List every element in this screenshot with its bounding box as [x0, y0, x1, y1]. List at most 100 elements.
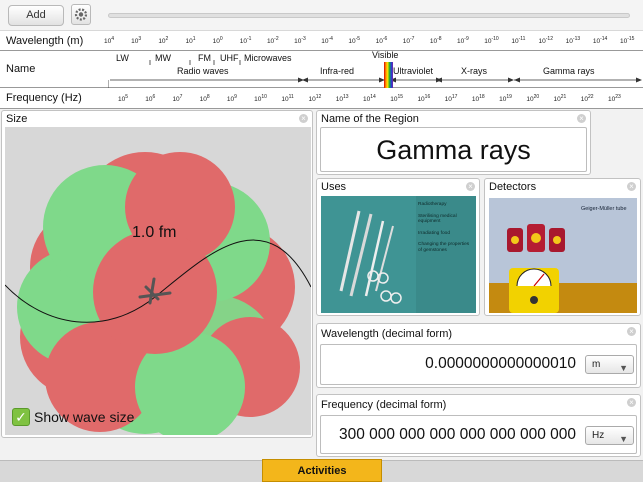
- detectors-caption: Geiger-Müller tube: [581, 206, 627, 212]
- close-icon[interactable]: ×: [627, 398, 636, 407]
- uses-panel: Uses × Radiotherapy Sterilising medical …: [316, 178, 480, 316]
- frequency-value-box: 300 000 000 000 000 000 000 000 Hz ▼: [320, 415, 637, 454]
- frequency-tick-label: 1020: [526, 94, 540, 103]
- region-name-panel: Name of the Region × Gamma rays: [316, 110, 591, 175]
- frequency-tick-label: 107: [172, 94, 183, 103]
- wavelength-row-label: Wavelength (m): [6, 35, 84, 47]
- wavelength-tick-label: 10-7: [402, 36, 415, 45]
- close-icon[interactable]: ×: [577, 114, 586, 123]
- wavelength-tick-label: 10-5: [348, 36, 361, 45]
- frequency-tick-label: 109: [226, 94, 237, 103]
- wavelength-decimal-panel: Wavelength (decimal form) × 0.0000000000…: [316, 323, 641, 388]
- frequency-decimal-title: Frequency (decimal form): [321, 399, 447, 411]
- frequency-decimal-value: 300 000 000 000 000 000 000 000: [338, 426, 576, 443]
- uses-item: Sterilising medical equipment: [418, 213, 457, 225]
- wavelength-tick-label: 10-3: [294, 36, 306, 45]
- band-mw-label: MW: [155, 53, 171, 63]
- checkbox-icon[interactable]: ✓: [12, 408, 30, 426]
- frequency-tick-label: 1021: [553, 94, 567, 103]
- wavelength-tick-label: 10-10: [484, 36, 499, 45]
- band-infra-red[interactable]: Infra-red: [320, 66, 354, 76]
- frequency-row: Frequency (Hz) 105 106 107 108 109 1010 1011 10…: [0, 88, 643, 109]
- scale-label: 1.0 fm: [132, 224, 177, 241]
- band-lw-label: LW: [116, 53, 129, 63]
- name-row-label: Name: [6, 63, 36, 75]
- frequency-tick-label: 1019: [499, 94, 512, 103]
- size-panel: Size × 1.0 fm ✓ Show wave size: [1, 110, 313, 438]
- show-wave-size-label: Show wave size: [34, 409, 135, 425]
- wavelength-tick-label: 10-15: [620, 36, 635, 45]
- surgical-instruments-icon: [321, 196, 416, 313]
- close-icon[interactable]: ×: [466, 182, 475, 191]
- detectors-image: Geiger-Müller tube: [489, 198, 637, 313]
- band-fm-label: FM: [198, 53, 211, 63]
- wavelength-tick-label: 10-4: [321, 36, 333, 45]
- close-icon[interactable]: ×: [627, 182, 636, 191]
- wavelength-decimal-title: Wavelength (decimal form): [321, 328, 453, 340]
- frequency-tick-label: 1016: [417, 94, 431, 103]
- wavelength-tick-label: 10-12: [538, 36, 553, 45]
- frequency-tick-label: 1017: [444, 94, 458, 103]
- nucleus-visual: [5, 127, 311, 435]
- show-wave-size-toggle[interactable]: ✓ Show wave size: [12, 408, 134, 426]
- frequency-tick-label: 1018: [471, 94, 485, 103]
- frequency-tick-label: 1014: [363, 94, 376, 103]
- uses-item: Radiotherapy: [418, 202, 447, 207]
- uses-image: Radiotherapy Sterilising medical equipme…: [321, 196, 476, 313]
- close-icon[interactable]: ×: [627, 327, 636, 336]
- activities-tab[interactable]: Activities: [262, 459, 382, 482]
- wavelength-tick-label: 10-8: [429, 36, 442, 45]
- wavelength-tick-label: 10-2: [266, 36, 279, 45]
- frequency-row-label: Frequency (Hz): [6, 92, 82, 104]
- add-button[interactable]: Add: [8, 5, 64, 26]
- frequency-decimal-panel: Frequency (decimal form) × 300 000 000 0…: [316, 394, 641, 457]
- frequency-tick-label: 1022: [580, 94, 594, 103]
- wavelength-value-box: 0.0000000000000010 m ▼: [320, 344, 637, 385]
- frequency-tick-label: 106: [145, 94, 156, 103]
- uses-item: Changing the properties of gemstones: [418, 242, 470, 253]
- wavelength-row: Wavelength (m) 104 103 102 101 100 10-1 10-2 10…: [0, 31, 643, 51]
- wavelength-tick-label: 101: [185, 36, 196, 45]
- uses-list: Radiotherapy Sterilising medical equipme…: [418, 202, 474, 254]
- size-panel-title: Size: [6, 113, 28, 125]
- wavelength-tick-label: 10-14: [592, 36, 608, 45]
- detectors-panel: Detectors × Geiger-Müller tube: [484, 178, 641, 316]
- frequency-unit-value: Hz: [592, 430, 605, 441]
- wavelength-decimal-value: 0.0000000000000010: [425, 355, 576, 372]
- wavelength-tick-label: 10-11: [511, 36, 526, 45]
- frequency-tick-label: 105: [118, 94, 129, 103]
- band-x-rays[interactable]: X-rays: [461, 66, 487, 76]
- wavelength-tick-label: 103: [131, 36, 142, 45]
- close-icon[interactable]: ×: [299, 114, 308, 123]
- settings-button[interactable]: [71, 4, 91, 25]
- band-ultraviolet[interactable]: Ultraviolet: [393, 66, 433, 76]
- wavelength-tick-label: 10-9: [457, 36, 469, 45]
- region-name-value: Gamma rays: [376, 135, 531, 165]
- wavelength-unit-select[interactable]: m ▼: [585, 355, 634, 374]
- wavelength-tick-label: 10-13: [565, 36, 581, 45]
- wavelength-tick-label: 10-1: [239, 36, 252, 45]
- name-row: Name LW MW FM UHF Microwaves Radio waves…: [0, 50, 643, 88]
- band-gamma-rays[interactable]: Gamma rays: [543, 66, 595, 76]
- chevron-down-icon: ▼: [619, 363, 628, 373]
- band-visible[interactable]: Visible: [372, 50, 398, 60]
- band-radio-waves[interactable]: Radio waves: [177, 66, 229, 76]
- wavelength-tick-label: 102: [158, 36, 169, 45]
- spectrum-slider[interactable]: [108, 13, 630, 18]
- frequency-tick-label: 1011: [281, 94, 294, 103]
- detectors-title: Detectors: [489, 181, 537, 193]
- frequency-tick-label: 1013: [335, 94, 349, 103]
- frequency-unit-select[interactable]: Hz ▼: [585, 426, 634, 445]
- visible-spectrum-bar: [384, 62, 393, 88]
- top-toolbar: Add: [0, 0, 643, 31]
- frequency-tick-label: 1015: [390, 94, 404, 103]
- chevron-down-icon: ▼: [619, 434, 628, 444]
- region-name-box: Gamma rays: [320, 127, 587, 172]
- frequency-tick-label: 108: [199, 94, 210, 103]
- band-uhf-label: UHF: [220, 53, 239, 63]
- gear-icon: [74, 8, 88, 21]
- wavelength-tick-label: 104: [104, 36, 115, 45]
- region-name-title: Name of the Region: [321, 113, 419, 125]
- wavelength-unit-value: m: [592, 359, 601, 370]
- frequency-tick-label: 1023: [608, 94, 621, 103]
